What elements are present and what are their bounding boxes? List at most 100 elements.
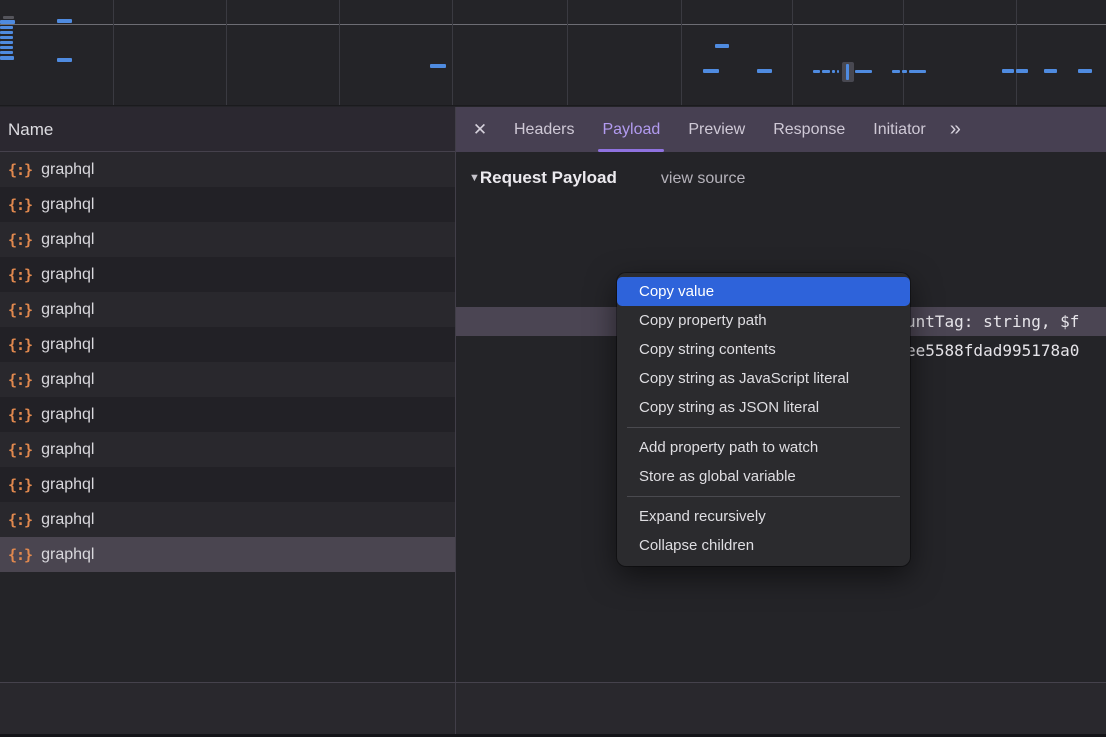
menu-item-collapse-children[interactable]: Collapse children <box>617 531 910 560</box>
timeline-request-bar[interactable] <box>1078 69 1092 73</box>
timeline-gridline <box>1016 0 1017 106</box>
menu-item-copy-string-json-literal[interactable]: Copy string as JSON literal <box>617 393 910 422</box>
json-string-value-right: ee5588fdad995178a0 <box>906 336 1079 365</box>
menu-item-copy-property-path[interactable]: Copy property path <box>617 306 910 335</box>
json-icon: {:} <box>8 336 32 354</box>
timeline-gridline <box>339 0 340 106</box>
section-title: Request Payload <box>480 168 617 187</box>
timeline-request-bar[interactable] <box>855 70 872 73</box>
tab-response[interactable]: Response <box>759 107 859 152</box>
table-row[interactable]: {:} graphql <box>0 502 455 537</box>
table-row[interactable]: {:} graphql <box>0 222 455 257</box>
json-icon: {:} <box>8 546 32 564</box>
timeline-selected-bar <box>846 64 849 80</box>
request-label: graphql <box>41 546 94 564</box>
timeline-request-bar[interactable] <box>822 70 830 73</box>
name-column-header[interactable]: Name <box>0 107 455 152</box>
timeline-request-bar[interactable] <box>892 70 900 73</box>
json-icon: {:} <box>8 231 32 249</box>
menu-item-copy-string-js-literal[interactable]: Copy string as JavaScript literal <box>617 364 910 393</box>
table-row-selected[interactable]: {:} graphql <box>0 537 455 572</box>
table-row[interactable]: {:} graphql <box>0 362 455 397</box>
table-row[interactable]: {:}graphql <box>0 467 455 502</box>
menu-item-add-property-path-to-watch[interactable]: Add property path to watch <box>617 433 910 462</box>
timeline-gridline <box>452 0 453 106</box>
request-label: graphql <box>41 196 94 214</box>
timeline-request-bar[interactable] <box>909 70 926 73</box>
timeline-request-bar[interactable] <box>0 46 13 49</box>
table-row[interactable]: {:} graphql <box>0 292 455 327</box>
timeline-request-bar[interactable] <box>1016 69 1028 73</box>
timeline-baseline <box>0 24 1106 25</box>
timeline-request-bar[interactable] <box>430 64 446 68</box>
view-source-link[interactable]: view source <box>661 170 745 187</box>
timeline-request-bar[interactable] <box>57 58 72 62</box>
timeline-request-bar[interactable] <box>813 70 820 73</box>
menu-item-copy-value[interactable]: Copy value <box>617 277 910 306</box>
panel-divider[interactable] <box>455 683 456 734</box>
table-row[interactable]: {:} graphql <box>0 152 455 187</box>
timeline-gridline <box>792 0 793 106</box>
request-label: graphql <box>41 476 94 494</box>
table-row[interactable]: {:}graphql <box>0 327 455 362</box>
tab-headers[interactable]: Headers <box>500 107 588 152</box>
tab-payload[interactable]: Payload <box>588 107 674 152</box>
table-row[interactable]: {:}graphql <box>0 397 455 432</box>
json-icon: {:} <box>8 441 32 459</box>
request-label: graphql <box>41 231 94 249</box>
timeline-request-bar[interactable] <box>57 19 72 23</box>
timeline-request-bar[interactable] <box>0 56 14 60</box>
close-icon[interactable]: ✕ <box>468 120 492 140</box>
timeline-request-bar[interactable] <box>1044 69 1057 73</box>
network-request-list: Name {:} graphql {:} graphql {:} graphql {:… <box>0 107 455 737</box>
collapse-triangle-icon[interactable]: ▼ <box>469 172 480 184</box>
request-label: graphql <box>41 266 94 284</box>
timeline-request-bar[interactable] <box>3 16 14 19</box>
window-bottom-edge <box>0 734 1106 737</box>
details-tabbar: ✕ Headers Payload Preview Response Initi… <box>456 107 1106 152</box>
json-root-row[interactable]: ▼{operationName: "ipFlowTimeseries", var… <box>456 247 1106 276</box>
timeline-gridline <box>903 0 904 106</box>
menu-item-expand-recursively[interactable]: Expand recursively <box>617 502 910 531</box>
json-icon: {:} <box>8 371 32 389</box>
table-row[interactable]: {:}graphql <box>0 432 455 467</box>
timeline-request-bar[interactable] <box>703 69 719 73</box>
timeline-request-bar[interactable] <box>902 70 907 73</box>
menu-item-copy-string-contents[interactable]: Copy string contents <box>617 335 910 364</box>
json-string-value-right: untTag: string, $f <box>906 307 1079 336</box>
menu-separator <box>627 427 900 428</box>
timeline-request-bar[interactable] <box>0 31 13 34</box>
timeline-gridline <box>226 0 227 106</box>
timeline-request-bar[interactable] <box>832 70 835 73</box>
request-label: graphql <box>41 511 94 529</box>
context-menu: Copy value Copy property path Copy strin… <box>617 273 910 566</box>
timeline-request-bar[interactable] <box>0 20 15 24</box>
devtools-window: Name {:} graphql {:} graphql {:} graphql {:… <box>0 0 1106 737</box>
tab-preview[interactable]: Preview <box>674 107 759 152</box>
json-icon: {:} <box>8 301 32 319</box>
json-icon: {:} <box>8 266 32 284</box>
request-label: graphql <box>41 161 94 179</box>
summary-bar <box>0 683 1106 734</box>
json-icon: {:} <box>8 196 32 214</box>
table-row[interactable]: {:} graphql <box>0 257 455 292</box>
network-overview-timeline[interactable] <box>0 0 1106 106</box>
more-tabs-icon[interactable]: » <box>940 118 969 141</box>
timeline-request-bar[interactable] <box>715 44 729 48</box>
timeline-gridline <box>113 0 114 106</box>
timeline-request-bar[interactable] <box>0 26 13 29</box>
timeline-request-bar[interactable] <box>837 70 839 73</box>
tab-initiator[interactable]: Initiator <box>859 107 939 152</box>
menu-item-store-as-global-variable[interactable]: Store as global variable <box>617 462 910 491</box>
timeline-request-bar[interactable] <box>757 69 772 73</box>
json-icon: {:} <box>8 406 32 424</box>
timeline-request-bar[interactable] <box>0 51 13 54</box>
timeline-request-bar[interactable] <box>1002 69 1014 73</box>
table-row[interactable]: {:} graphql <box>0 187 455 222</box>
request-label: graphql <box>41 301 94 319</box>
timeline-request-bar[interactable] <box>0 41 13 44</box>
json-icon: {:} <box>8 511 32 529</box>
request-label: graphql <box>41 371 94 389</box>
json-icon: {:} <box>8 161 32 179</box>
timeline-request-bar[interactable] <box>0 36 13 39</box>
